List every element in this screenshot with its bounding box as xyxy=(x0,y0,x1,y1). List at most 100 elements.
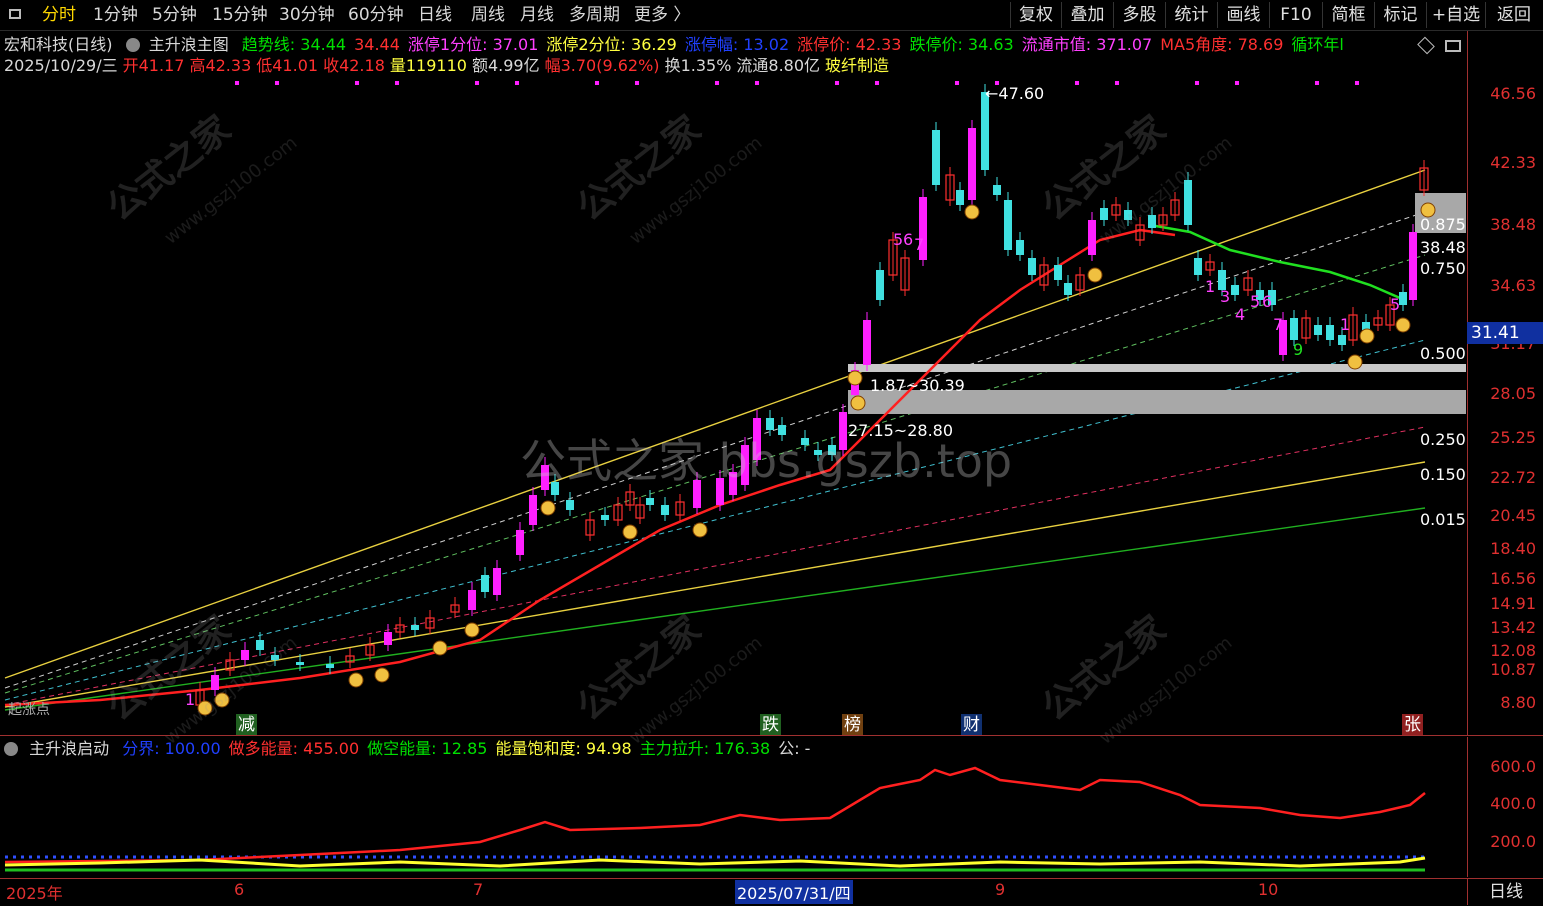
price-axis-tick: 16.56 xyxy=(1490,569,1536,588)
fib-label-0875: 0.875 xyxy=(1420,215,1466,234)
candle-body xyxy=(326,664,334,668)
count-label: 9 xyxy=(1293,340,1303,359)
period-indicator[interactable]: 日线 xyxy=(1467,879,1543,905)
start-point-label: 起涨点 xyxy=(8,702,50,718)
period-tab[interactable]: 1分钟 xyxy=(93,3,138,27)
sub-indicator-toggle-icon[interactable] xyxy=(4,742,18,756)
ohlc-field: 量119110 xyxy=(389,56,467,75)
sub-panel-field: 公: - xyxy=(778,739,811,758)
toolbar-button[interactable]: 多股 xyxy=(1113,2,1165,28)
pointing-hand-icon xyxy=(432,640,448,656)
signal-dot xyxy=(1075,81,1079,85)
period-tab[interactable]: 多周期 xyxy=(569,3,620,27)
long-energy-line xyxy=(4,766,1426,864)
toolbar-button[interactable]: +自选 xyxy=(1426,2,1485,28)
sub-panel-field: 分界: 100.00 xyxy=(122,739,221,758)
high-price-label: ←47.60 xyxy=(985,84,1045,103)
event-label-finance[interactable]: 财 xyxy=(961,714,982,736)
sub-axis-tick: 400.0 xyxy=(1490,794,1536,813)
signal-dot xyxy=(475,81,479,85)
price-axis[interactable]: 46.5642.3338.4834.6331.1728.0525.2522.72… xyxy=(1467,31,1543,735)
toolbar-button[interactable]: 统计 xyxy=(1165,2,1217,28)
toolbar-button[interactable]: F10 xyxy=(1269,2,1322,28)
header-field: MA5角度: 78.69 xyxy=(1160,35,1284,54)
signal-dot xyxy=(1355,81,1359,85)
candle-body xyxy=(241,650,249,660)
period-tab[interactable]: 月线 xyxy=(520,3,554,27)
pointing-hand-icon xyxy=(1395,317,1411,333)
header-field: 跌停价: 34.63 xyxy=(909,35,1014,54)
signal-dot xyxy=(715,81,719,85)
ohlc-field: 额4.99亿 xyxy=(471,56,540,75)
toolbar-button[interactable]: 简框 xyxy=(1322,2,1374,28)
count-label: 5 xyxy=(1390,295,1400,314)
signal-dot xyxy=(275,81,279,85)
candle-body xyxy=(384,632,392,645)
header-field: 趋势线: 34.44 xyxy=(241,35,347,54)
toolbar-button[interactable]: 标记 xyxy=(1374,2,1426,28)
high-price-value: 47.60 xyxy=(998,84,1045,103)
ohlc-field: 幅3.70(9.62%) xyxy=(544,56,660,75)
diamond-icon[interactable] xyxy=(1417,36,1435,55)
price-axis-tick: 14.91 xyxy=(1490,594,1536,613)
event-label-reduce[interactable]: 减 xyxy=(236,714,257,736)
candle-body xyxy=(601,515,609,520)
sub-indicator-name[interactable]: 主升浪启动 xyxy=(29,739,109,758)
indicator-toggle-icon[interactable] xyxy=(125,38,140,52)
period-tab[interactable]: 周线 xyxy=(471,3,505,27)
toolbar-button[interactable]: 叠加 xyxy=(1061,2,1113,28)
header-field: 涨停价: 42.33 xyxy=(797,35,902,54)
price-axis-tick: 20.45 xyxy=(1490,506,1536,525)
header-field: 涨停1分位: 37.01 xyxy=(407,35,539,54)
candle-body xyxy=(1194,258,1202,275)
signal-dot xyxy=(1315,81,1319,85)
candle-body xyxy=(981,92,989,170)
toolbar-button[interactable]: 画线 xyxy=(1217,2,1269,28)
indicator-name[interactable]: 主升浪主图 xyxy=(149,35,229,54)
event-label-drop[interactable]: 跌 xyxy=(760,714,781,736)
period-tab[interactable]: 15分钟 xyxy=(212,3,268,27)
price-axis-tick: 18.40 xyxy=(1490,539,1536,558)
sub-indicator-chart[interactable] xyxy=(0,760,1466,878)
candle-body xyxy=(968,128,976,200)
event-label-rank[interactable]: 榜 xyxy=(842,714,863,736)
sub-panel-field: 主力拉升: 176.38 xyxy=(639,739,771,758)
period-tab[interactable]: 5分钟 xyxy=(152,3,197,27)
ohlc-field: 高42.33 xyxy=(189,56,252,75)
toolbar-button[interactable]: 返回 xyxy=(1485,2,1542,28)
period-tab[interactable]: 60分钟 xyxy=(348,3,404,27)
candle-body xyxy=(1314,325,1322,335)
price-axis-tick: 38.48 xyxy=(1490,215,1536,234)
panel-expand-icon[interactable] xyxy=(1445,40,1461,52)
period-tab[interactable]: 分时 xyxy=(42,3,76,27)
candle-body xyxy=(993,185,1001,195)
price-axis-tick: 22.72 xyxy=(1490,468,1536,487)
ohlc-field: 收42.18 xyxy=(323,56,385,75)
price-axis-tick: 42.33 xyxy=(1490,153,1536,172)
current-price-box: 31.41 xyxy=(1467,322,1543,344)
zone2-label: 27.15~28.80 xyxy=(848,421,954,440)
period-tab[interactable]: 日线 xyxy=(418,3,452,27)
pointing-hand-icon xyxy=(348,672,364,688)
period-tab[interactable]: 更多 〉 xyxy=(634,3,690,27)
ohlc-field: 玻纤制造 xyxy=(825,56,890,75)
candle-body xyxy=(296,662,304,665)
event-label-limit[interactable]: 张 xyxy=(1402,714,1423,736)
panel-divider[interactable] xyxy=(0,735,1543,736)
candle-body xyxy=(566,500,574,510)
signal-dot xyxy=(395,81,399,85)
candle-body xyxy=(516,530,524,555)
window-menu-icon[interactable] xyxy=(9,9,21,19)
pointing-hand-icon xyxy=(622,524,638,540)
candle-body xyxy=(256,640,264,650)
fib-label-0015: 0.015 xyxy=(1420,510,1466,529)
candle-body xyxy=(1338,335,1346,345)
fib-label-0250: 0.250 xyxy=(1420,430,1466,449)
zone1-label: 1.87~30.39 xyxy=(870,376,965,395)
period-tab[interactable]: 30分钟 xyxy=(279,3,335,27)
signal-dot xyxy=(1195,81,1199,85)
candle-body xyxy=(481,575,489,592)
candle-body xyxy=(1100,208,1108,220)
top-toolbar: 分时 1分钟 5分钟 15分钟 30分钟 60分钟 日线 周线 月线 多周期 更多 〉 复权 叠加 多股… xyxy=(0,0,1543,31)
toolbar-button[interactable]: 复权 xyxy=(1010,2,1061,28)
